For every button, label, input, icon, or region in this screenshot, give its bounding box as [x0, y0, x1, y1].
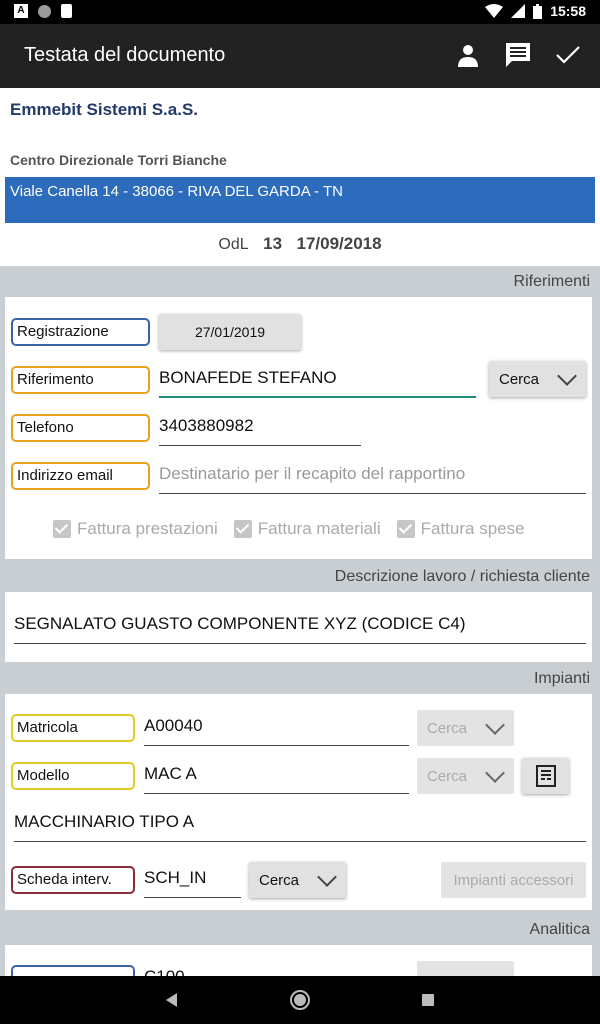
impianti-card: Matricola A00040 Cerca Modello MAC A Cer… [5, 694, 592, 910]
contact-button[interactable] [454, 40, 482, 70]
chevron-down-icon [317, 867, 337, 887]
notes-button[interactable] [504, 40, 532, 70]
modello-input[interactable]: MAC A [144, 764, 409, 794]
odl-number: 13 [263, 234, 283, 253]
chevron-down-icon [557, 366, 577, 386]
odl-line: OdL 13 17/09/2018 [0, 234, 600, 254]
odl-date: 17/09/2018 [296, 234, 382, 253]
checkbox-icon [53, 520, 71, 538]
wifi-icon [485, 4, 504, 18]
confirm-button[interactable] [554, 40, 582, 70]
notification-a-icon: A [14, 4, 28, 18]
cerca-label: Cerca [259, 871, 300, 889]
analitica-label [11, 965, 135, 976]
cerca-label: Cerca [427, 767, 468, 785]
checkbox-icon [233, 520, 252, 538]
checkbox-fattura-prestazioni[interactable]: Fattura prestazioni [53, 519, 218, 539]
checkbox-fattura-spese[interactable]: Fattura spese [396, 519, 525, 539]
descrizione-card: SEGNALATO GUASTO COMPONENTE XYZ (CODICE … [5, 592, 592, 662]
signal-icon [511, 4, 526, 18]
impianto-descrizione[interactable]: MACCHINARIO TIPO A [14, 812, 586, 842]
invoice-options: Fattura prestazioni Fattura materiali Fa… [53, 519, 525, 539]
matricola-cerca-button[interactable]: Cerca [417, 710, 514, 746]
registrazione-label: Registrazione [11, 318, 150, 346]
riferimento-label: Riferimento [11, 366, 150, 394]
document-icon [535, 765, 556, 787]
message-icon [506, 43, 530, 67]
site-address[interactable]: Viale Canella 14 - 38066 - RIVA DEL GARD… [5, 177, 595, 223]
checkbox-icon [396, 520, 415, 538]
cerca-label: Cerca [427, 719, 468, 737]
telefono-input[interactable]: 3403880982 [159, 416, 361, 446]
site-name: Centro Direzionale Torri Bianche [10, 152, 227, 168]
section-title-descrizione: Descrizione lavoro / richiesta cliente [334, 568, 590, 585]
checkbox-fattura-materiali[interactable]: Fattura materiali [233, 519, 381, 539]
impianti-accessori-button[interactable]: Impianti accessori [441, 862, 586, 898]
matricola-label: Matricola [11, 714, 135, 742]
battery-icon [533, 3, 543, 19]
chevron-down-icon [485, 763, 505, 783]
riferimento-input[interactable]: BONAFEDE STEFANO [159, 368, 476, 398]
checkbox-label: Fattura materiali [257, 519, 381, 538]
checkbox-label: Fattura spese [420, 519, 525, 538]
page-title: Testata del documento [24, 44, 226, 66]
email-label: Indirizzo email [11, 462, 150, 490]
notification-circle-icon [38, 4, 51, 18]
document-details-button[interactable] [522, 758, 569, 794]
modello-cerca-button[interactable]: Cerca [417, 758, 514, 794]
status-bar: A 15:58 [0, 0, 600, 24]
section-title-impianti: Impianti [533, 670, 590, 687]
company-name: Emmebit Sistemi S.a.S. [10, 100, 199, 119]
section-title-riferimenti: Riferimenti [513, 273, 590, 290]
checkbox-label: Fattura prestazioni [77, 519, 218, 538]
analitica-card: C100 [5, 945, 592, 976]
clock: 15:58 [550, 3, 586, 19]
chevron-down-icon [485, 715, 505, 735]
scheda-cerca-button[interactable]: Cerca [249, 862, 346, 898]
check-icon [556, 46, 580, 64]
telefono-label: Telefono [11, 414, 150, 442]
matricola-input[interactable]: A00040 [144, 716, 409, 746]
scheda-input[interactable]: SCH_IN [144, 868, 241, 898]
recents-icon[interactable] [422, 994, 434, 1006]
analitica-cerca-button[interactable] [417, 961, 514, 976]
person-icon [458, 45, 478, 67]
home-icon[interactable] [290, 990, 310, 1010]
app-bar: Testata del documento [0, 24, 600, 88]
back-icon[interactable] [166, 993, 177, 1007]
odl-label: OdL [218, 236, 249, 253]
email-input[interactable]: Destinatario per il recapito del rapport… [159, 464, 586, 494]
system-nav-bar [0, 976, 600, 1024]
cerca-label: Cerca [499, 370, 540, 388]
registrazione-date-button[interactable]: 27/01/2019 [159, 314, 301, 350]
riferimento-cerca-button[interactable]: Cerca [489, 361, 586, 397]
analitica-input[interactable]: C100 [144, 967, 409, 976]
scheda-label: Scheda interv. [11, 866, 135, 894]
modello-label: Modello [11, 762, 135, 790]
document-header: Emmebit Sistemi S.a.S. Centro Direzional… [0, 88, 600, 266]
riferimenti-card: Registrazione 27/01/2019 Riferimento BON… [5, 297, 592, 559]
section-title-analitica: Analitica [529, 921, 590, 938]
sd-card-icon [61, 4, 72, 18]
descrizione-input[interactable]: SEGNALATO GUASTO COMPONENTE XYZ (CODICE … [14, 614, 586, 644]
